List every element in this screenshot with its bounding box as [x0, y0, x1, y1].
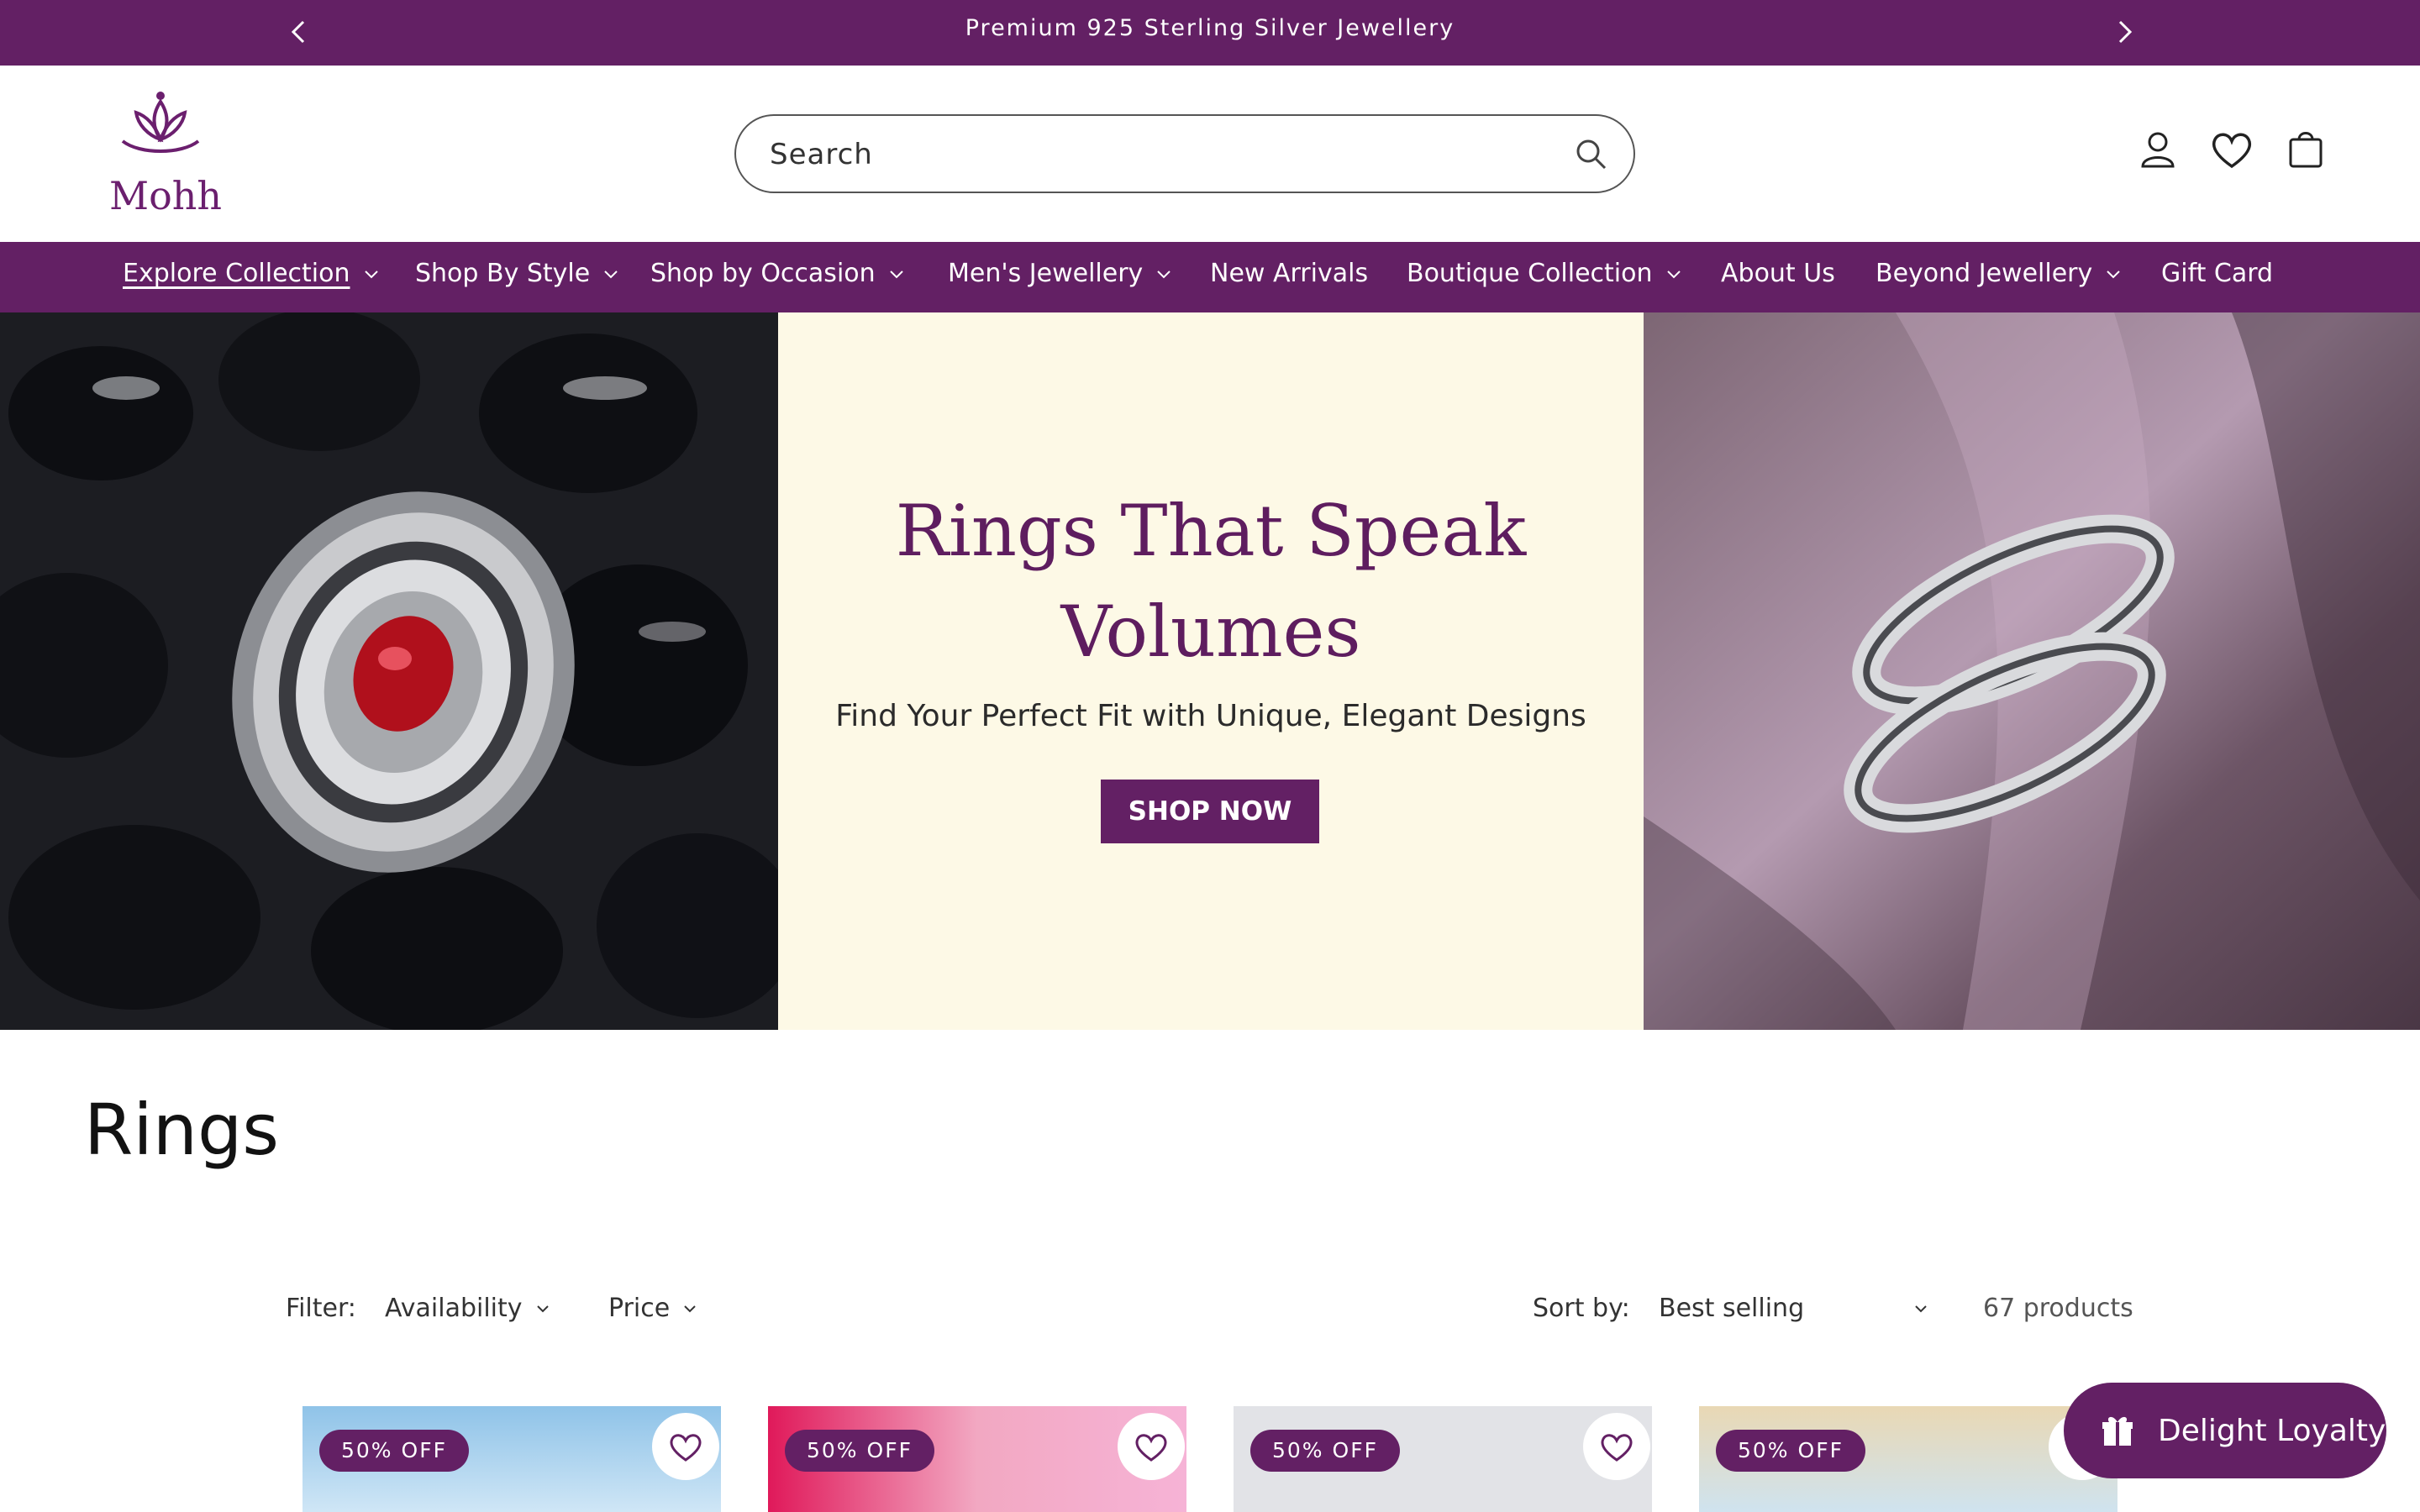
filter-sort-bar: Filter: Availability Price Sort by: Best…: [0, 1290, 2420, 1332]
nav-item-shop-by-occasion[interactable]: Shop by Occasion: [650, 259, 906, 288]
add-to-wishlist-button[interactable]: [1118, 1413, 1185, 1480]
nav-item-label: Explore Collection: [123, 259, 350, 288]
add-to-wishlist-button[interactable]: [1583, 1413, 1650, 1480]
availability-filter-dropdown[interactable]: Availability: [385, 1294, 551, 1323]
hero-image-ring-on-stones: [0, 312, 778, 1030]
nav-item-label: Boutique Collection: [1407, 259, 1653, 288]
announcement-bar: Premium 925 Sterling Silver Jewellery: [0, 0, 2420, 66]
delight-loyalty-button[interactable]: Delight Loyalty: [2064, 1383, 2386, 1478]
product-count: 67 products: [1983, 1294, 2133, 1323]
search-icon[interactable]: [1573, 136, 1610, 173]
lotus-logo-icon: [121, 92, 200, 153]
hero-banner[interactable]: Rings That Speak Volumes Find Your Perfe…: [0, 312, 2420, 1030]
wishlist-heart-icon[interactable]: [2208, 126, 2255, 173]
account-icon[interactable]: [2134, 126, 2181, 173]
nav-item-label: About Us: [1721, 259, 1835, 288]
site-logo[interactable]: Mohh: [106, 89, 222, 218]
chevron-down-icon: [1157, 270, 1171, 278]
search-input[interactable]: [770, 134, 1526, 175]
main-navigation: Explore Collection Shop By Style Shop by…: [0, 242, 2420, 312]
product-card[interactable]: 50% OFF: [1234, 1406, 1652, 1512]
discount-badge: 50% OFF: [785, 1430, 934, 1472]
nav-item-label: Gift Card: [2161, 259, 2274, 288]
price-filter-label: Price: [608, 1294, 671, 1323]
heart-icon: [670, 1434, 702, 1462]
nav-item-label: Beyond Jewellery: [1876, 259, 2093, 288]
sort-select[interactable]: Best selling: [1659, 1294, 1929, 1323]
product-card[interactable]: 50% OFF: [302, 1406, 721, 1512]
product-card[interactable]: 50% OFF: [1699, 1406, 2118, 1512]
discount-badge: 50% OFF: [1716, 1430, 1865, 1472]
search-bar[interactable]: [734, 114, 1635, 193]
nav-item-label: Shop by Occasion: [650, 259, 876, 288]
shop-now-button[interactable]: SHOP NOW: [1101, 780, 1319, 843]
site-header: Mohh: [0, 66, 2420, 242]
nav-item-boutique-collection[interactable]: Boutique Collection: [1407, 259, 1683, 288]
chevron-down-icon: [1915, 1305, 1927, 1312]
announcement-text: Premium 925 Sterling Silver Jewellery: [965, 15, 1455, 41]
discount-badge: 50% OFF: [319, 1430, 469, 1472]
cart-bag-icon[interactable]: [2282, 126, 2329, 173]
chevron-down-icon: [1666, 270, 1681, 278]
collection-title: Rings: [84, 1089, 280, 1171]
filter-label: Filter:: [286, 1294, 356, 1323]
loyalty-label: Delight Loyalty: [2158, 1413, 2386, 1448]
nav-item-mens-jewellery[interactable]: Men's Jewellery: [948, 259, 1173, 288]
heart-icon: [1135, 1434, 1167, 1462]
announcement-next-arrow-icon[interactable]: [2107, 15, 2141, 49]
hero-content-panel: Rings That Speak Volumes Find Your Perfe…: [778, 312, 1644, 1030]
nav-item-shop-by-style[interactable]: Shop By Style: [415, 259, 620, 288]
sort-label: Sort by:: [1533, 1294, 1630, 1323]
logo-wordmark: Mohh: [109, 173, 223, 218]
nav-item-explore-collection[interactable]: Explore Collection: [123, 259, 381, 288]
hero-subtitle: Find Your Perfect Fit with Unique, Elega…: [835, 699, 1586, 733]
chevron-down-icon: [604, 270, 618, 278]
nav-item-label: New Arrivals: [1210, 259, 1369, 288]
hero-title: Rings That Speak Volumes: [778, 480, 1644, 682]
nav-item-label: Men's Jewellery: [948, 259, 1144, 288]
discount-badge: 50% OFF: [1250, 1430, 1400, 1472]
chevron-down-icon: [889, 270, 903, 278]
sort-select-value: Best selling: [1659, 1294, 1805, 1323]
nav-item-about-us[interactable]: About Us: [1721, 259, 1835, 288]
nav-item-beyond-jewellery[interactable]: Beyond Jewellery: [1876, 259, 2123, 288]
hero-title-line2: Volumes: [1060, 591, 1361, 673]
product-card[interactable]: 50% OFF: [768, 1406, 1186, 1512]
chevron-down-icon: [536, 1305, 549, 1312]
chevron-down-icon: [2107, 270, 2120, 278]
add-to-wishlist-button[interactable]: [652, 1413, 719, 1480]
chevron-down-icon: [684, 1305, 696, 1312]
hero-image-ring-on-fabric: [1644, 312, 2420, 1030]
nav-item-gift-card[interactable]: Gift Card: [2161, 259, 2273, 288]
chevron-down-icon: [364, 270, 378, 278]
nav-item-new-arrivals[interactable]: New Arrivals: [1210, 259, 1368, 288]
heart-icon: [1601, 1434, 1633, 1462]
availability-filter-label: Availability: [385, 1294, 523, 1323]
price-filter-dropdown[interactable]: Price: [608, 1294, 698, 1323]
nav-item-label: Shop By Style: [415, 259, 591, 288]
gift-icon: [2102, 1416, 2133, 1446]
hero-title-line1: Rings That Speak: [895, 490, 1527, 572]
